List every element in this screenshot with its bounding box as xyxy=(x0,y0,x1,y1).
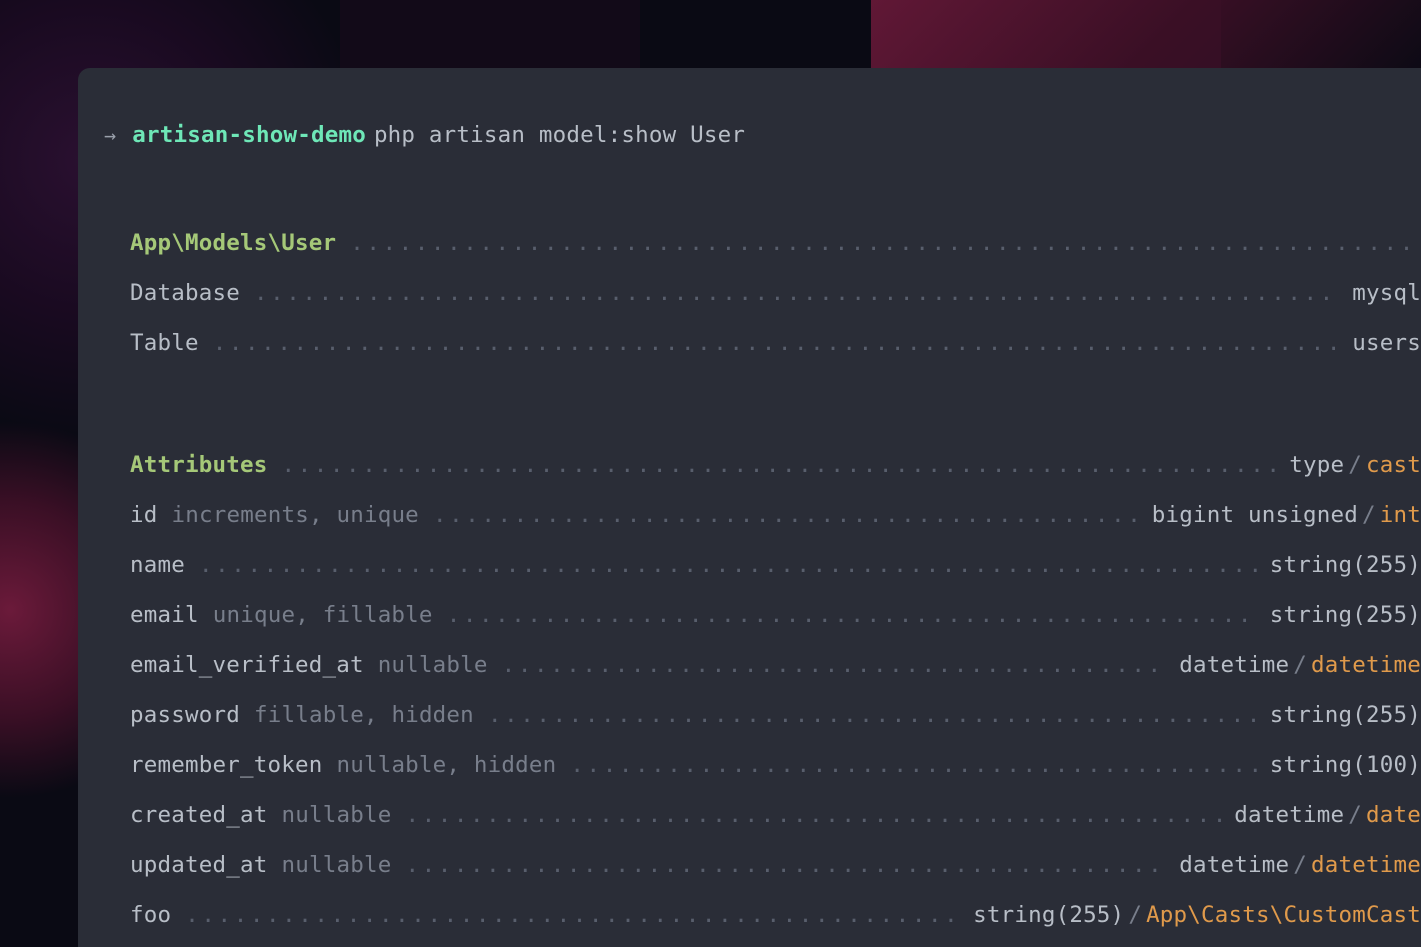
dot-leader: ........................................… xyxy=(350,230,1421,256)
attribute-row: created_at nullable......................… xyxy=(130,802,1421,828)
attribute-meta: nullable xyxy=(281,852,391,878)
dot-leader: ........................................… xyxy=(405,802,1223,828)
table-label: Table xyxy=(130,330,199,356)
dot-leader: ........................................… xyxy=(254,280,1341,306)
attribute-name: foo xyxy=(130,902,171,928)
attribute-type: string(255) xyxy=(1270,702,1421,728)
attribute-cast: App\Casts\CustomCast xyxy=(1146,902,1421,928)
attribute-row: password fillable, hidden................… xyxy=(130,702,1421,728)
attribute-row: email_verified_at nullable...............… xyxy=(130,652,1421,678)
model-class: App\Models\User xyxy=(130,230,336,256)
prompt-arrow-icon: → xyxy=(104,123,116,147)
attributes-cast-header: cast xyxy=(1366,452,1421,478)
dot-leader: ........................................… xyxy=(447,602,1259,628)
table-value: users xyxy=(1352,330,1421,356)
attributes-header-row: Attributes .............................… xyxy=(130,452,1421,478)
attribute-row: updated_at nullable......................… xyxy=(130,852,1421,878)
attribute-name: created_at xyxy=(130,802,267,828)
type-cast-separator: / xyxy=(1128,902,1142,928)
attribute-row: foo.....................................… xyxy=(130,902,1421,928)
terminal-window: → artisan-show-demo php artisan model:sh… xyxy=(78,68,1421,947)
dot-leader: ........................................… xyxy=(405,852,1168,878)
prompt-directory: artisan-show-demo xyxy=(132,122,366,148)
attribute-row: remember_token nullable, hidden..........… xyxy=(130,752,1421,778)
prompt-line: → artisan-show-demo php artisan model:sh… xyxy=(104,122,1421,148)
type-cast-separator: / xyxy=(1293,852,1307,878)
attribute-meta: nullable xyxy=(281,802,391,828)
attribute-meta: nullable, hidden xyxy=(336,752,556,778)
prompt-command: php artisan model:show User xyxy=(374,122,745,148)
dot-leader: ........................................… xyxy=(488,702,1259,728)
attribute-cast: date xyxy=(1366,802,1421,828)
attribute-row: name....................................… xyxy=(130,552,1421,578)
attributes-type-header: type xyxy=(1289,452,1344,478)
attribute-meta: nullable xyxy=(378,652,488,678)
attribute-meta: fillable, hidden xyxy=(254,702,474,728)
attribute-cast: datetime xyxy=(1311,852,1421,878)
type-cast-separator: / xyxy=(1362,502,1376,528)
dot-leader: ........................................… xyxy=(213,330,1342,356)
database-value: mysql xyxy=(1352,280,1421,306)
attribute-cast: int xyxy=(1380,502,1421,528)
attribute-meta: unique, fillable xyxy=(213,602,433,628)
attribute-name: email xyxy=(130,602,199,628)
dot-leader: ........................................… xyxy=(502,652,1169,678)
attribute-type: string(255) xyxy=(973,902,1124,928)
attribute-type: string(100) xyxy=(1270,752,1421,778)
database-label: Database xyxy=(130,280,240,306)
attributes-label: Attributes xyxy=(130,452,267,478)
terminal-output: App\Models\User ........................… xyxy=(104,230,1421,928)
attribute-name: updated_at xyxy=(130,852,267,878)
attribute-cast: datetime xyxy=(1311,652,1421,678)
attribute-meta: increments, unique xyxy=(172,502,419,528)
attribute-type: bigint unsigned xyxy=(1152,502,1358,528)
attribute-row: id increments, unique....................… xyxy=(130,502,1421,528)
type-cast-separator: / xyxy=(1293,652,1307,678)
dot-leader: ........................................… xyxy=(281,452,1278,478)
attribute-name: email_verified_at xyxy=(130,652,364,678)
dot-leader: ........................................… xyxy=(433,502,1141,528)
table-row: Table ..................................… xyxy=(130,330,1421,356)
attribute-row: email unique, fillable...................… xyxy=(130,602,1421,628)
attribute-type: string(255) xyxy=(1270,552,1421,578)
model-header-row: App\Models\User ........................… xyxy=(130,230,1421,256)
type-cast-separator: / xyxy=(1348,802,1362,828)
attribute-name: name xyxy=(130,552,185,578)
dot-leader: ........................................… xyxy=(199,552,1259,578)
attribute-name: id xyxy=(130,502,158,528)
attribute-type: datetime xyxy=(1234,802,1344,828)
dot-leader: ........................................… xyxy=(185,902,962,928)
database-row: Database ...............................… xyxy=(130,280,1421,306)
dot-leader: ........................................… xyxy=(570,752,1258,778)
attribute-type: string(255) xyxy=(1270,602,1421,628)
type-cast-separator: / xyxy=(1348,452,1362,478)
attribute-name: remember_token xyxy=(130,752,322,778)
attribute-type: datetime xyxy=(1179,652,1289,678)
attribute-name: password xyxy=(130,702,240,728)
attribute-type: datetime xyxy=(1179,852,1289,878)
